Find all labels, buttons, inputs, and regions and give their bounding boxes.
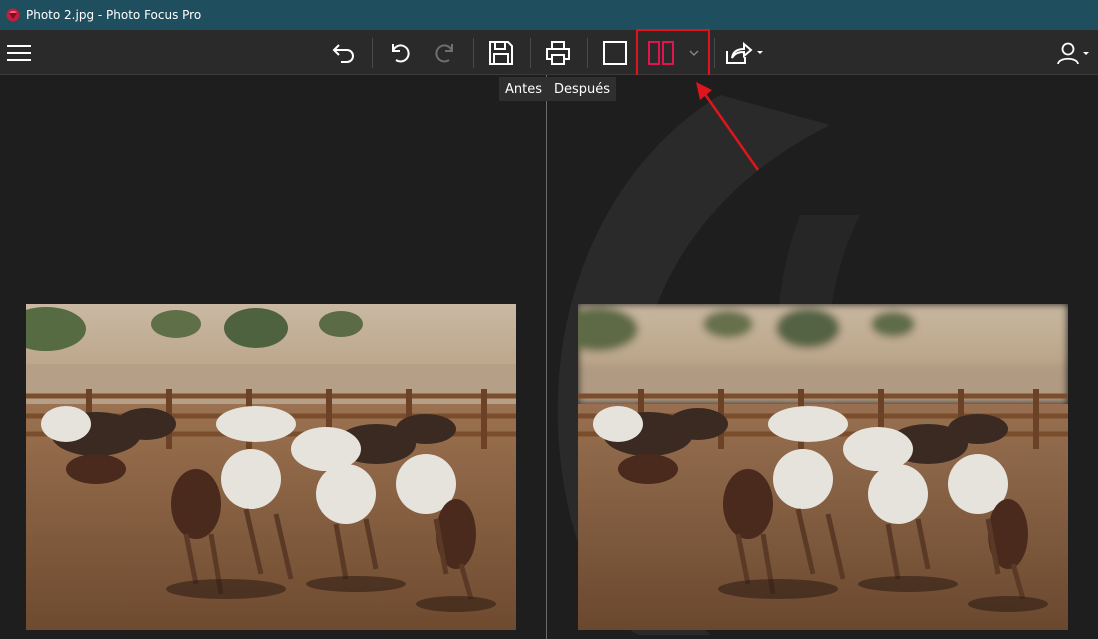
toolbar-separator <box>714 38 715 68</box>
before-photo <box>26 304 516 630</box>
annotation-arrow <box>696 82 760 171</box>
save-icon[interactable] <box>484 36 518 70</box>
app-logo-icon <box>6 8 20 22</box>
toolbar-separator <box>530 38 531 68</box>
main-toolbar <box>0 30 1098 75</box>
undo-icon[interactable] <box>383 36 417 70</box>
user-icon[interactable] <box>1054 36 1094 70</box>
toolbar-separator <box>473 38 474 68</box>
single-view-icon[interactable] <box>598 36 632 70</box>
undo-all-icon[interactable] <box>327 36 361 70</box>
image-canvas: Antes Después <box>0 75 1098 639</box>
split-divider[interactable] <box>546 75 547 639</box>
window-title: Photo 2.jpg - Photo Focus Pro <box>26 8 202 22</box>
hamburger-menu-icon[interactable] <box>2 36 36 70</box>
redo-icon[interactable] <box>428 36 462 70</box>
title-bar: Photo 2.jpg - Photo Focus Pro <box>0 0 1098 30</box>
before-label: Antes <box>499 77 549 101</box>
annotation-highlight-box <box>636 29 710 77</box>
after-label: Después <box>548 77 617 101</box>
print-icon[interactable] <box>541 36 575 70</box>
share-icon[interactable] <box>722 36 766 70</box>
toolbar-separator <box>372 38 373 68</box>
toolbar-separator <box>587 38 588 68</box>
after-photo <box>578 304 1068 630</box>
